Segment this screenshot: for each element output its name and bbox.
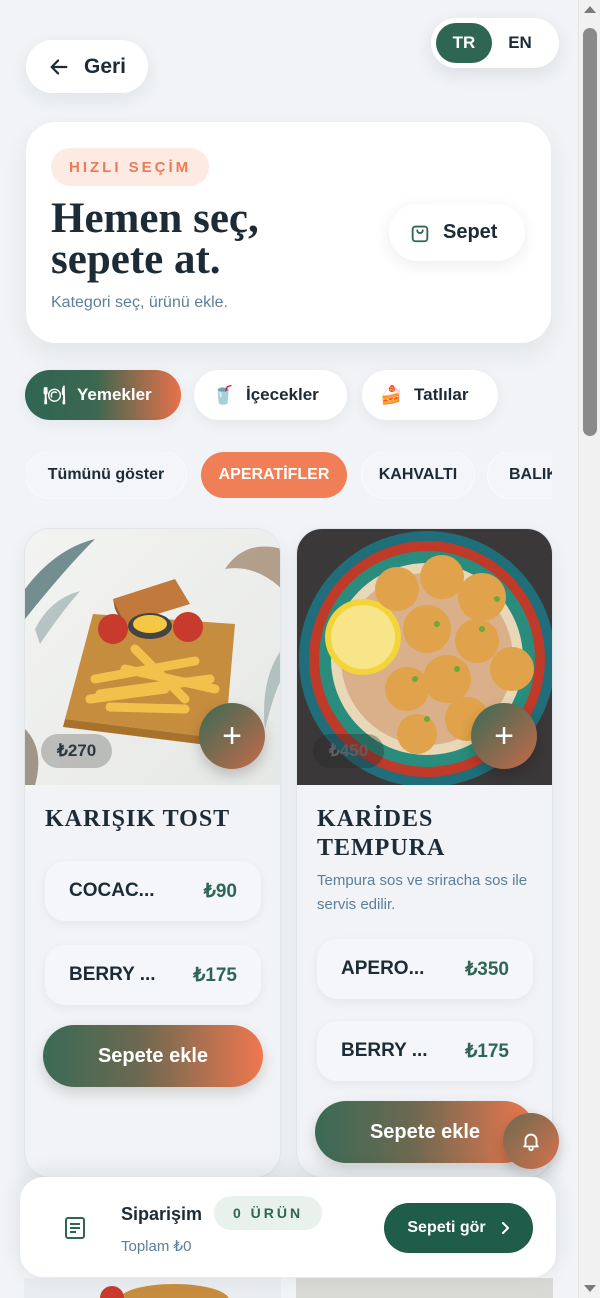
subcategory-balik[interactable]: BALIK xyxy=(488,452,552,498)
product-option[interactable]: BERRY ... ₺175 xyxy=(45,945,261,1005)
plate-icon: 🍽 xyxy=(43,384,66,405)
product-option[interactable]: APERO... ₺350 xyxy=(317,939,533,999)
category-tatlilar[interactable]: 🍰 Tatlılar xyxy=(362,370,498,420)
plus-icon: + xyxy=(222,717,242,755)
add-item-button[interactable]: + xyxy=(471,703,537,769)
subcategory-aperatifler[interactable]: APERATİFLER xyxy=(201,452,347,498)
category-label: Tatlılar xyxy=(414,385,469,404)
product-image-peek xyxy=(24,1278,281,1298)
option-name: APERO... xyxy=(341,958,425,979)
price-badge: ₺270 xyxy=(41,734,113,768)
drink-icon: 🥤 xyxy=(212,384,235,405)
product-title: KARIŞIK TOST xyxy=(45,806,231,832)
category-label: Yemekler xyxy=(77,385,152,404)
lang-en-button[interactable]: EN xyxy=(492,23,548,63)
notification-button[interactable] xyxy=(503,1113,559,1169)
hero-title-line1: Hemen seç, xyxy=(51,195,259,242)
add-item-button[interactable]: + xyxy=(199,703,265,769)
back-label: Geri xyxy=(84,54,127,78)
language-switch: TR EN xyxy=(431,18,559,68)
item-count-badge: 0 ÜRÜN xyxy=(214,1196,322,1230)
product-image: ₺270 + xyxy=(25,529,280,785)
product-image: ₺450 + xyxy=(297,529,552,787)
product-option[interactable]: COCAC... ₺90 xyxy=(45,861,261,921)
cart-label: Sepet xyxy=(443,221,498,243)
add-to-cart-button[interactable]: Sepete ekle xyxy=(315,1101,535,1163)
option-price: ₺175 xyxy=(465,1040,509,1062)
bell-icon xyxy=(523,1133,539,1152)
add-to-cart-button[interactable]: Sepete ekle xyxy=(43,1025,263,1087)
lang-tr-button[interactable]: TR xyxy=(436,23,492,63)
hero-card: HIZLI SEÇİM Hemen seç, sepete at. Katego… xyxy=(26,122,551,343)
scrollbar-thumb[interactable] xyxy=(583,28,597,436)
category-icecekler[interactable]: 🥤 İçecekler xyxy=(194,370,347,420)
subcategory-show-all[interactable]: Tümünü göster xyxy=(26,452,186,498)
cake-icon: 🍰 xyxy=(380,384,403,405)
category-yemekler[interactable]: 🍽 Yemekler xyxy=(25,370,181,420)
option-name: BERRY ... xyxy=(69,964,156,985)
view-cart-button[interactable]: Sepeti gör xyxy=(384,1203,533,1253)
product-option[interactable]: BERRY ... ₺175 xyxy=(317,1021,533,1081)
hero-title: Hemen seç, sepete at. xyxy=(51,195,371,283)
arrow-left-icon xyxy=(50,58,68,75)
shopping-bag-icon xyxy=(411,225,429,242)
back-button[interactable]: Geri xyxy=(26,40,148,93)
subcategory-kahvalti[interactable]: KAHVALTI xyxy=(362,452,474,498)
order-total: Toplam ₺0 xyxy=(121,1238,192,1255)
option-price: ₺350 xyxy=(465,958,509,980)
order-summary-bar: Siparişim 0 ÜRÜN Toplam ₺0 Sepeti gör xyxy=(20,1177,556,1277)
chevron-right-icon xyxy=(501,1222,509,1234)
subcategory-tabs: Tümünü göster APERATİFLER KAHVALTI BALIK xyxy=(26,452,552,500)
scroll-up-arrow-icon[interactable] xyxy=(584,6,596,13)
product-card: ₺450 + KARİDES TEMPURA Tempura sos ve sr… xyxy=(296,528,553,1178)
order-title: Siparişim xyxy=(121,1204,203,1224)
price-badge: ₺450 xyxy=(313,734,385,768)
product-title: KARİDES TEMPURA xyxy=(317,806,446,861)
category-label: İçecekler xyxy=(246,385,319,404)
product-description: Tempura sos ve sriracha sos ile servis e… xyxy=(317,872,528,913)
option-price: ₺175 xyxy=(193,964,237,986)
cart-button[interactable]: Sepet xyxy=(389,204,525,261)
product-card: ₺270 + KARIŞIK TOST COCAC... ₺90 BERRY .… xyxy=(24,528,281,1178)
receipt-icon xyxy=(65,1217,85,1239)
product-image-peek xyxy=(296,1278,553,1298)
option-price: ₺90 xyxy=(203,880,237,902)
hero-subtitle: Kategori seç, ürünü ekle. xyxy=(51,294,228,311)
scrollbar[interactable] xyxy=(578,0,600,1298)
plus-icon: + xyxy=(494,717,514,755)
option-name: COCAC... xyxy=(69,880,155,901)
option-name: BERRY ... xyxy=(341,1040,428,1061)
hero-title-line2: sepete at. xyxy=(51,236,221,283)
quick-pick-badge: HIZLI SEÇİM xyxy=(51,148,210,186)
scroll-down-arrow-icon[interactable] xyxy=(584,1285,596,1292)
view-cart-label: Sepeti gör xyxy=(407,1219,486,1236)
